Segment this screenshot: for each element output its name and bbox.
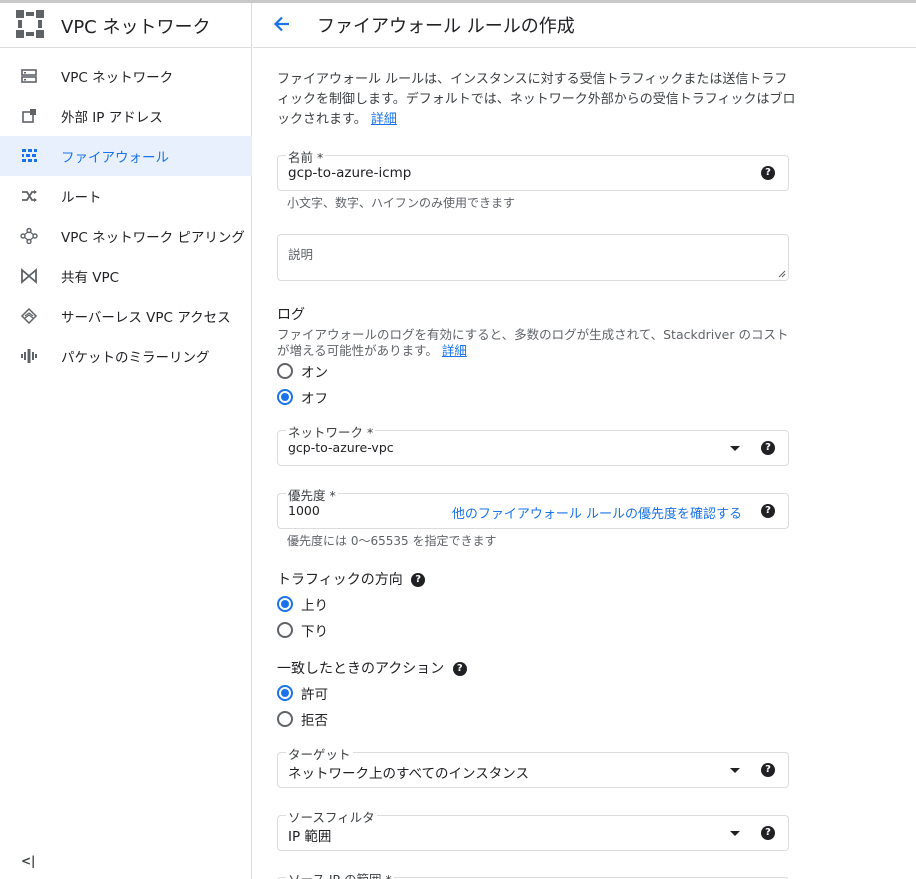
vpc-logo-icon <box>16 10 44 38</box>
learn-more-link[interactable]: 詳細 <box>371 112 397 127</box>
source-ip-label: ソース IP の範囲 * <box>286 869 394 879</box>
source-filter-label: ソースフィルタ <box>286 807 377 826</box>
sidebar-item-label: 外部 IP アドレス <box>61 110 163 126</box>
priority-value: 1000 <box>288 503 320 518</box>
action-allow-radio[interactable]: 許可 <box>277 683 328 703</box>
sidebar-item-serverless[interactable]: サーバーレス VPC アクセス <box>0 296 252 336</box>
firewall-icon <box>22 149 37 162</box>
dropdown-arrow-icon <box>730 831 740 836</box>
sidebar-item-vpc-networks[interactable]: VPC ネットワーク <box>0 56 252 96</box>
description-field[interactable]: 説明 <box>277 234 789 281</box>
source-filter-select[interactable]: ソースフィルタ IP 範囲 ? <box>277 807 789 851</box>
vpc-network-icon <box>21 69 37 83</box>
name-field[interactable]: 名前 * gcp-to-azure-icmp ? <box>277 147 789 191</box>
direction-help-icon[interactable]: ? <box>411 573 426 587</box>
action-title: 一致したときのアクション ? <box>277 658 467 678</box>
back-arrow-icon[interactable] <box>271 13 293 35</box>
radio-button[interactable] <box>277 711 293 727</box>
network-value: gcp-to-azure-vpc <box>288 440 394 455</box>
radio-button[interactable] <box>277 596 293 612</box>
check-priority-link[interactable]: 他のファイアウォール ルールの優先度を確認する <box>452 503 742 522</box>
page-header: ファイアウォール ルールの作成 <box>253 3 916 48</box>
network-select[interactable]: ネットワーク * gcp-to-azure-vpc ? <box>277 422 789 466</box>
action-help-icon[interactable]: ? <box>452 662 467 676</box>
routes-icon <box>22 190 37 202</box>
logs-title: ログ <box>277 307 305 323</box>
radio-label: 上り <box>301 598 328 614</box>
page-title: ファイアウォール ルールの作成 <box>317 16 575 37</box>
sidebar: VPC ネットワーク VPC ネットワーク 外部 IP アドレス ファイアウォー… <box>0 3 252 879</box>
description-placeholder: 説明 <box>288 247 314 262</box>
serverless-icon <box>20 308 38 324</box>
sidebar-item-label: サーバーレス VPC アクセス <box>61 310 231 326</box>
priority-field[interactable]: 優先度 * 1000 他のファイアウォール ルールの優先度を確認する ? <box>277 485 789 529</box>
logs-description: ファイアウォールのログを有効にすると、多数のログが生成されて、Stackdriv… <box>277 327 797 359</box>
sidebar-item-label: VPC ネットワーク <box>61 70 174 86</box>
radio-button[interactable] <box>277 389 293 405</box>
sidebar-header: VPC ネットワーク <box>0 3 252 48</box>
dropdown-arrow-icon <box>730 446 740 451</box>
sidebar-item-label: ファイアウォール <box>61 150 169 166</box>
sidebar-item-label: ルート <box>61 190 102 206</box>
sidebar-item-label: 共有 VPC <box>61 270 120 286</box>
radio-label: 下り <box>301 624 328 640</box>
targets-select[interactable]: ターゲット ネットワーク上のすべてのインスタンス ? <box>277 744 789 788</box>
name-hint: 小文字、数字、ハイフンのみ使用できます <box>287 196 516 210</box>
sidebar-item-label: VPC ネットワーク ピアリング <box>61 230 245 246</box>
logs-desc-text: ファイアウォールのログを有効にすると、多数のログが生成されて、Stackdriv… <box>277 327 789 358</box>
firewall-rule-form: ファイアウォール ルールは、インスタンスに対する受信トラフィックまたは送信トラフ… <box>253 48 916 879</box>
shared-vpc-icon <box>21 268 37 284</box>
targets-value: ネットワーク上のすべてのインスタンス <box>288 766 529 782</box>
radio-label: 拒否 <box>301 713 328 729</box>
logs-off-radio[interactable]: オフ <box>277 387 328 407</box>
network-label: ネットワーク * <box>286 422 376 441</box>
radio-label: オフ <box>301 391 328 407</box>
direction-ingress-radio[interactable]: 上り <box>277 594 328 614</box>
sidebar-item-peering[interactable]: VPC ネットワーク ピアリング <box>0 216 252 256</box>
direction-title: トラフィックの方向 ? <box>277 569 426 589</box>
packet-mirroring-icon <box>21 349 37 363</box>
peering-icon <box>20 228 38 244</box>
intro-description: ファイアウォール ルールは、インスタンスに対する受信トラフィックまたは送信トラフ… <box>277 72 796 127</box>
direction-title-text: トラフィックの方向 <box>277 572 403 588</box>
radio-button[interactable] <box>277 622 293 638</box>
dropdown-arrow-icon <box>730 768 740 773</box>
sidebar-item-firewall[interactable]: ファイアウォール <box>0 136 252 176</box>
name-label: 名前 * <box>286 147 326 166</box>
sidebar-item-label: パケットのミラーリング <box>61 350 210 366</box>
sidebar-title: VPC ネットワーク <box>61 17 211 38</box>
resize-handle-icon[interactable] <box>778 270 786 278</box>
intro-text: ファイアウォール ルールは、インスタンスに対する受信トラフィックまたは送信トラフ… <box>277 70 797 130</box>
radio-label: 許可 <box>301 687 328 703</box>
action-deny-radio[interactable]: 拒否 <box>277 709 328 729</box>
radio-button[interactable] <box>277 363 293 379</box>
sidebar-item-shared-vpc[interactable]: 共有 VPC <box>0 256 252 296</box>
external-ip-icon <box>22 109 36 123</box>
name-help-icon[interactable]: ? <box>761 166 775 180</box>
name-value: gcp-to-azure-icmp <box>288 165 412 181</box>
radio-button[interactable] <box>277 685 293 701</box>
logs-learn-more-link[interactable]: 詳細 <box>442 343 467 358</box>
targets-help-icon[interactable]: ? <box>761 763 775 777</box>
collapse-sidebar-button[interactable]: <| <box>21 854 35 868</box>
network-help-icon[interactable]: ? <box>761 441 775 455</box>
source-filter-help-icon[interactable]: ? <box>761 826 775 840</box>
sidebar-item-packet-mirroring[interactable]: パケットのミラーリング <box>0 336 252 376</box>
priority-help-icon[interactable]: ? <box>761 504 775 518</box>
targets-label: ターゲット <box>286 744 353 763</box>
direction-egress-radio[interactable]: 下り <box>277 620 328 640</box>
priority-hint: 優先度には 0〜65535 を指定できます <box>287 534 497 548</box>
radio-label: オン <box>301 365 328 381</box>
source-filter-value: IP 範囲 <box>288 829 332 845</box>
sidebar-item-external-ip[interactable]: 外部 IP アドレス <box>0 96 252 136</box>
priority-label: 優先度 * <box>286 485 338 504</box>
logs-on-radio[interactable]: オン <box>277 361 328 381</box>
sidebar-nav: VPC ネットワーク 外部 IP アドレス ファイアウォール ルート VPC ネ… <box>0 56 252 376</box>
action-title-text: 一致したときのアクション <box>277 661 445 677</box>
sidebar-item-routes[interactable]: ルート <box>0 176 252 216</box>
